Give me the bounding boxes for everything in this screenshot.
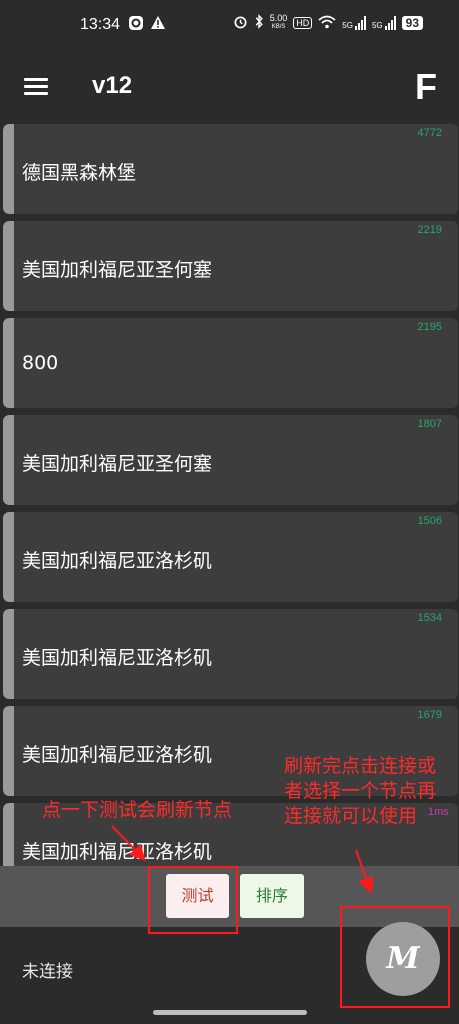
alarm-icon <box>233 14 248 32</box>
server-ping: 1807 <box>417 418 442 430</box>
bluetooth-icon <box>254 14 264 32</box>
card-accent-bar <box>3 512 14 602</box>
server-name: 美国加利福尼亚洛杉矶 <box>22 841 213 863</box>
signal-icon-2: 5G <box>372 16 396 30</box>
card-accent-bar <box>3 609 14 699</box>
server-name: 800 <box>22 352 59 374</box>
wifi-icon <box>318 15 336 32</box>
card-accent-bar <box>3 706 14 796</box>
signal-icon-1: 5G <box>342 16 366 30</box>
server-name: 美国加利福尼亚洛杉矶 <box>22 550 213 572</box>
app-bar: v12 F <box>0 52 459 122</box>
card-accent-bar <box>3 221 14 311</box>
battery-indicator: 93 <box>401 16 423 30</box>
server-card[interactable]: 德国黑森林堡 4772 <box>3 124 458 214</box>
server-name: 美国加利福尼亚洛杉矶 <box>22 744 213 766</box>
status-bar: 13:34 5.00 KB/S HD 5G 5G 93 <box>0 0 459 52</box>
card-accent-bar <box>3 318 14 408</box>
server-card[interactable]: 美国加利福尼亚圣何塞 1807 <box>3 415 458 505</box>
server-name: 美国加利福尼亚圣何塞 <box>22 453 213 475</box>
card-accent-bar <box>3 415 14 505</box>
annotation-right: 刷新完点击连接或者选择一个节点再连接就可以使用 <box>284 755 437 827</box>
f-action-button[interactable]: F <box>415 66 437 108</box>
server-card[interactable]: 美国加利福尼亚洛杉矶 1534 <box>3 609 458 699</box>
server-name: 美国加利福尼亚洛杉矶 <box>22 647 213 669</box>
server-card[interactable]: 美国加利福尼亚洛杉矶 1506 <box>3 512 458 602</box>
server-ping: 1679 <box>417 709 442 721</box>
network-speed: 5.00 KB/S <box>269 13 288 31</box>
warning-icon <box>150 15 166 36</box>
server-name: 美国加利福尼亚圣何塞 <box>22 259 213 281</box>
annotation-box-fab <box>340 906 450 1008</box>
server-card[interactable]: 美国加利福尼亚圣何塞 2219 <box>3 221 458 311</box>
server-ping: 2195 <box>417 321 442 333</box>
app-notification-icon <box>128 15 144 36</box>
menu-icon[interactable] <box>24 78 48 96</box>
server-ping: 4772 <box>417 127 442 139</box>
server-ping: 1506 <box>417 515 442 527</box>
hd-voice-badge: HD <box>293 17 313 29</box>
server-card[interactable]: 800 2195 <box>3 318 458 408</box>
connection-status: 未连接 <box>22 962 73 982</box>
app-title: v12 <box>92 72 133 99</box>
annotation-box-test <box>148 866 238 934</box>
annotation-left: 点一下测试会刷新节点 <box>42 799 233 821</box>
card-accent-bar <box>3 124 14 214</box>
status-notification-icons <box>128 15 166 36</box>
server-name: 德国黑森林堡 <box>22 162 137 184</box>
status-time: 13:34 <box>80 16 121 33</box>
status-system-icons: 5.00 KB/S HD 5G 5G 93 <box>233 14 423 32</box>
card-accent-bar <box>3 803 14 866</box>
server-ping: 1534 <box>417 612 442 624</box>
home-indicator[interactable] <box>153 1010 307 1015</box>
sort-button[interactable]: 排序 <box>240 874 304 918</box>
server-ping: 2219 <box>417 224 442 236</box>
